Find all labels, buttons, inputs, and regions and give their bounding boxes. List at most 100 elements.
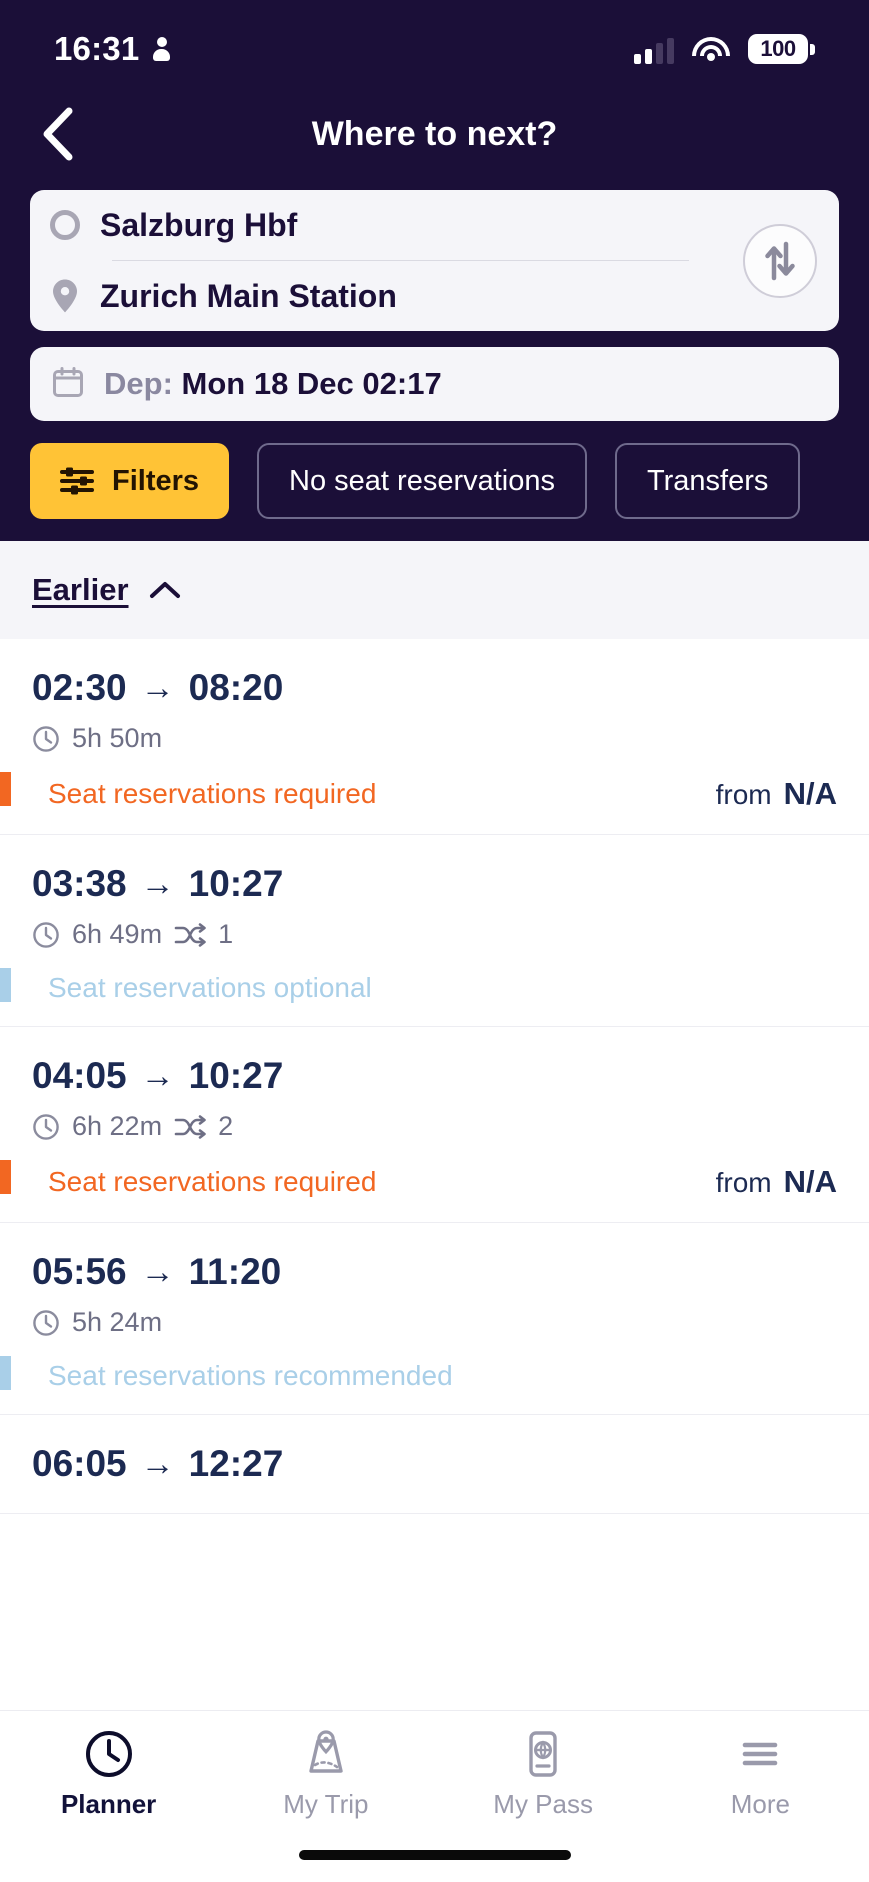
hamburger-menu-icon	[743, 1742, 778, 1766]
trip-row[interactable]: 04:05 → 10:27 6h 22m 2 Seat reservations requ…	[0, 1027, 869, 1223]
status-bar-left: 16:31	[54, 30, 171, 68]
departure-date-field[interactable]: Dep: Mon 18 Dec 02:17	[30, 347, 839, 421]
trip-results-list[interactable]: 02:30 → 08:20 5h 50m Seat reservations requi…	[0, 639, 869, 1882]
price-amount: N/A	[783, 776, 837, 811]
status-badge: Seat reservations required	[0, 1160, 376, 1198]
nav-label-my-pass: My Pass	[493, 1789, 593, 1819]
trip-meta: 5h 50m	[32, 723, 837, 754]
chevron-left-icon	[43, 107, 73, 161]
page-title: Where to next?	[311, 114, 558, 153]
trip-transfers-group: 2	[174, 1111, 233, 1142]
trip-departure-time: 06:05	[32, 1443, 127, 1484]
phone-globe-icon	[529, 1731, 557, 1777]
trip-time-range: 03:38 → 10:27	[32, 863, 837, 905]
trip-duration: 6h 22m	[72, 1111, 163, 1141]
nav-item-planner[interactable]: Planner	[0, 1729, 217, 1820]
trip-time-range: 04:05 → 10:27	[32, 1055, 837, 1097]
trip-departure-time: 02:30	[32, 667, 127, 708]
no-seat-reservations-chip[interactable]: No seat reservations	[257, 443, 587, 519]
bottom-navigation: Planner My Trip My Pass More	[0, 1710, 869, 1882]
price-from-label: from	[715, 1167, 772, 1198]
departure-value: Mon 18 Dec 02:17	[181, 366, 442, 401]
trip-duration: 5h 50m	[72, 723, 163, 753]
map-location-icon	[309, 1730, 343, 1773]
trip-meta: 6h 49m 1	[32, 919, 837, 950]
earlier-label: Earlier	[32, 572, 129, 607]
battery-icon: 100	[748, 34, 815, 64]
trip-meta: 6h 22m 2	[32, 1111, 837, 1142]
status-color-bar	[0, 1160, 11, 1194]
arrow-right-icon: →	[140, 668, 175, 707]
trip-duration: 6h 49m	[72, 919, 163, 949]
nav-item-more[interactable]: More	[652, 1729, 869, 1820]
destination-field[interactable]: Zurich Main Station	[50, 261, 819, 331]
status-badge: Seat reservations optional	[0, 968, 372, 1004]
status-bar-time: 16:31	[54, 30, 140, 67]
nav-label-more: More	[730, 1789, 790, 1819]
battery-level: 100	[760, 36, 796, 61]
trip-arrival-time: 10:27	[188, 1055, 284, 1096]
circle-outline-icon	[50, 210, 80, 240]
wifi-icon	[692, 37, 730, 64]
status-bar: 16:31 100	[0, 0, 869, 86]
arrow-right-icon: →	[140, 864, 175, 903]
trip-arrival-time: 10:27	[188, 863, 284, 904]
departure-prefix: Dep:	[104, 366, 173, 401]
trip-status-row: Seat reservations recommended	[0, 1356, 869, 1414]
filters-chip-label: Filters	[112, 464, 200, 497]
clock-icon	[85, 1731, 132, 1777]
trip-departure-time: 04:05	[32, 1055, 127, 1096]
trip-price: from N/A	[716, 776, 837, 812]
origin-label: Salzburg Hbf	[100, 206, 298, 243]
trip-duration-group: 6h 49m	[32, 919, 162, 950]
trip-duration-group: 5h 50m	[32, 723, 162, 754]
trip-row[interactable]: 06:05 → 12:27	[0, 1415, 869, 1514]
transfers-chip[interactable]: Transfers	[615, 443, 801, 519]
transfers-chip-label: Transfers	[647, 464, 769, 497]
cellular-signal-icon	[634, 38, 674, 64]
price-from-label: from	[715, 779, 772, 810]
earlier-toggle[interactable]: Earlier	[0, 541, 869, 639]
swap-locations-button[interactable]	[743, 223, 817, 298]
trip-status-row: Seat reservations optional	[0, 968, 869, 1026]
origin-field[interactable]: Salzburg Hbf	[50, 190, 819, 260]
trip-status-row: Seat reservations required from N/A	[0, 1160, 869, 1222]
filters-chip[interactable]: Filters	[30, 443, 230, 519]
nav-label-my-trip: My Trip	[283, 1789, 369, 1819]
trip-price: from N/A	[716, 1164, 837, 1200]
arrow-right-icon: →	[140, 1056, 175, 1095]
clock-icon	[33, 725, 59, 752]
trip-status-row: Seat reservations required from N/A	[0, 772, 869, 834]
nav-item-my-pass[interactable]: My Pass	[435, 1729, 652, 1820]
clock-icon	[33, 1309, 59, 1336]
trip-transfer-count: 1	[218, 919, 234, 949]
arrow-right-icon: →	[140, 1444, 175, 1483]
arrow-right-icon: →	[140, 1252, 175, 1291]
status-color-bar	[0, 1356, 11, 1390]
clock-icon	[33, 921, 59, 948]
transfer-icon	[174, 1114, 206, 1139]
trip-arrival-time: 12:27	[188, 1443, 284, 1484]
trip-duration-group: 6h 22m	[32, 1111, 162, 1142]
trip-row[interactable]: 05:56 → 11:20 5h 24m Seat reservations recom…	[0, 1223, 869, 1415]
trip-meta: 5h 24m	[32, 1307, 837, 1338]
status-color-bar	[0, 968, 11, 1002]
price-amount: N/A	[783, 1164, 837, 1199]
swap-vertical-arrows-icon	[765, 241, 795, 280]
trip-transfers-group: 1	[174, 919, 233, 950]
trip-time-range: 06:05 → 12:27	[32, 1443, 837, 1485]
calendar-icon	[52, 366, 84, 403]
sliders-icon	[60, 467, 94, 495]
status-color-bar	[0, 772, 11, 806]
back-button[interactable]	[30, 107, 84, 161]
status-badge: Seat reservations required	[0, 772, 376, 810]
nav-item-my-trip[interactable]: My Trip	[217, 1729, 434, 1820]
trip-row[interactable]: 02:30 → 08:20 5h 50m Seat reservations requi…	[0, 639, 869, 835]
status-bar-right: 100	[634, 34, 815, 64]
filter-chip-row: Filters No seat reservations Transfers	[30, 443, 869, 519]
trip-departure-time: 05:56	[32, 1251, 127, 1292]
trip-transfer-count: 2	[218, 1111, 234, 1141]
trip-departure-time: 03:38	[32, 863, 127, 904]
trip-row[interactable]: 03:38 → 10:27 6h 49m 1 Seat reservations opti…	[0, 835, 869, 1027]
nav-label-planner: Planner	[60, 1789, 157, 1819]
